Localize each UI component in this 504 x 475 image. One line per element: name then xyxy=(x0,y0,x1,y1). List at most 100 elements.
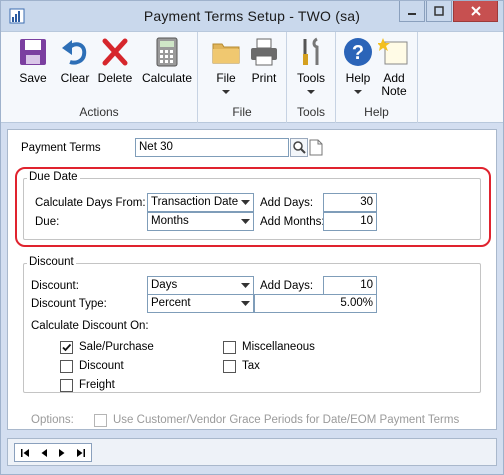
chevron-down-icon xyxy=(237,213,253,230)
record-navigation-bar xyxy=(7,438,497,466)
discount-option-label: Discount xyxy=(79,360,124,372)
discount-title: Discount xyxy=(27,256,76,268)
discount-label: Discount: xyxy=(31,280,79,292)
tax-label: Tax xyxy=(242,360,260,372)
tools-group-label: Tools xyxy=(296,105,325,119)
add-note-button[interactable]: Add Note xyxy=(374,34,414,102)
payment-terms-label: Payment Terms xyxy=(21,142,101,154)
due-label: Due: xyxy=(35,216,60,228)
delete-label: Delete xyxy=(97,71,133,85)
ribbon-group-help: ? Help Add Note Help xyxy=(336,32,418,123)
undo-arrow-icon xyxy=(62,40,87,65)
freight-checkbox[interactable] xyxy=(60,379,73,392)
discount-percent-input[interactable]: 5.00% xyxy=(254,294,377,313)
tools-label: Tools xyxy=(296,71,325,85)
discount-value: Days xyxy=(151,279,178,291)
next-record-icon[interactable] xyxy=(58,448,66,458)
maximize-button[interactable] xyxy=(426,1,452,22)
delete-x-icon xyxy=(102,38,128,66)
file-group-label: File xyxy=(232,105,252,119)
clear-button[interactable]: Clear xyxy=(53,34,97,102)
delete-button[interactable]: Delete xyxy=(93,34,137,102)
grace-period-label: Use Customer/Vendor Grace Periods for Da… xyxy=(113,414,460,426)
save-icon xyxy=(20,39,46,65)
add-days-input[interactable]: 30 xyxy=(323,193,377,212)
last-record-icon[interactable] xyxy=(76,448,86,458)
add-days-label: Add Days: xyxy=(260,197,314,209)
ribbon-group-tools: Tools Tools xyxy=(287,32,336,123)
chevron-down-icon xyxy=(237,277,253,294)
minimize-icon xyxy=(408,13,416,15)
due-value: Months xyxy=(151,215,189,227)
payment-terms-window: Payment Terms Setup - TWO (sa) Save Clea… xyxy=(0,0,504,475)
tax-checkbox[interactable] xyxy=(223,360,236,373)
sale-purchase-checkbox[interactable] xyxy=(60,341,73,354)
help-label: Help xyxy=(345,71,371,85)
actions-group-label: Actions xyxy=(79,105,119,119)
help-menu-button[interactable]: ? Help xyxy=(338,34,378,102)
freight-label: Freight xyxy=(79,379,115,391)
save-label: Save xyxy=(19,71,47,85)
discount-checkbox[interactable] xyxy=(60,360,73,373)
form-panel: Payment Terms Net 30 Due Date Calculate … xyxy=(7,129,497,430)
tools-icon xyxy=(303,37,319,65)
chevron-down-icon xyxy=(354,90,362,94)
chevron-down-icon xyxy=(237,295,253,312)
lookup-magnifier-icon xyxy=(290,138,308,157)
previous-record-icon[interactable] xyxy=(40,448,48,458)
note-button[interactable] xyxy=(308,138,324,157)
clear-label: Clear xyxy=(60,71,90,85)
record-navigator xyxy=(14,443,92,462)
printer-icon xyxy=(251,38,277,66)
ribbon-group-actions: Save Clear Delete Calculate Actions xyxy=(1,32,198,123)
ribbon-group-file: File Print File xyxy=(198,32,287,123)
blank-note-icon xyxy=(309,139,323,156)
discount-type-value: Percent xyxy=(151,297,191,309)
file-label: File xyxy=(216,71,236,85)
help-group-label: Help xyxy=(364,105,389,119)
help-question-icon: ? xyxy=(344,38,372,66)
options-label: Options: xyxy=(31,414,74,426)
calc-days-from-label: Calculate Days From: xyxy=(35,197,146,209)
calculator-icon xyxy=(156,37,178,67)
first-record-icon[interactable] xyxy=(20,448,30,458)
print-label: Print xyxy=(251,71,277,85)
add-note-label: Add Note xyxy=(381,71,407,98)
print-button[interactable]: Print xyxy=(244,34,284,102)
grace-period-checkbox[interactable] xyxy=(94,414,107,427)
folder-icon xyxy=(212,43,240,64)
ribbon-toolbar: Save Clear Delete Calculate Actions File… xyxy=(1,31,503,123)
tools-menu-button[interactable]: Tools xyxy=(291,34,331,102)
close-button[interactable] xyxy=(453,1,498,22)
calc-days-from-value: Transaction Date xyxy=(151,196,239,208)
add-months-input[interactable]: 10 xyxy=(323,212,377,231)
chevron-down-icon xyxy=(237,194,253,211)
calc-discount-on-label: Calculate Discount On: xyxy=(31,320,149,332)
chevron-down-icon xyxy=(307,90,315,94)
due-date-title: Due Date xyxy=(27,171,80,183)
calculate-label: Calculate xyxy=(141,71,193,85)
title-bar: Payment Terms Setup - TWO (sa) xyxy=(1,1,503,31)
miscellaneous-label: Miscellaneous xyxy=(242,341,315,353)
chevron-down-icon xyxy=(222,90,230,94)
discount-add-days-label: Add Days: xyxy=(260,280,314,292)
lookup-button[interactable] xyxy=(290,138,308,157)
calc-days-from-select[interactable]: Transaction Date xyxy=(147,193,254,212)
file-menu-button[interactable]: File xyxy=(206,34,246,102)
minimize-button[interactable] xyxy=(399,1,425,22)
save-button[interactable]: Save xyxy=(11,34,55,102)
discount-add-days-input[interactable]: 10 xyxy=(323,276,377,295)
close-icon xyxy=(470,6,481,16)
discount-type-label: Discount Type: xyxy=(31,298,107,310)
miscellaneous-checkbox[interactable] xyxy=(223,341,236,354)
sale-purchase-label: Sale/Purchase xyxy=(79,341,154,353)
calculate-button[interactable]: Calculate xyxy=(139,34,195,102)
note-icon xyxy=(378,38,408,65)
add-months-label: Add Months: xyxy=(260,216,325,228)
discount-type-select[interactable]: Percent xyxy=(147,294,254,313)
maximize-icon xyxy=(434,6,444,16)
payment-terms-input[interactable]: Net 30 xyxy=(135,138,289,157)
due-select[interactable]: Months xyxy=(147,212,254,231)
discount-select[interactable]: Days xyxy=(147,276,254,295)
checkmark-icon xyxy=(62,343,72,352)
